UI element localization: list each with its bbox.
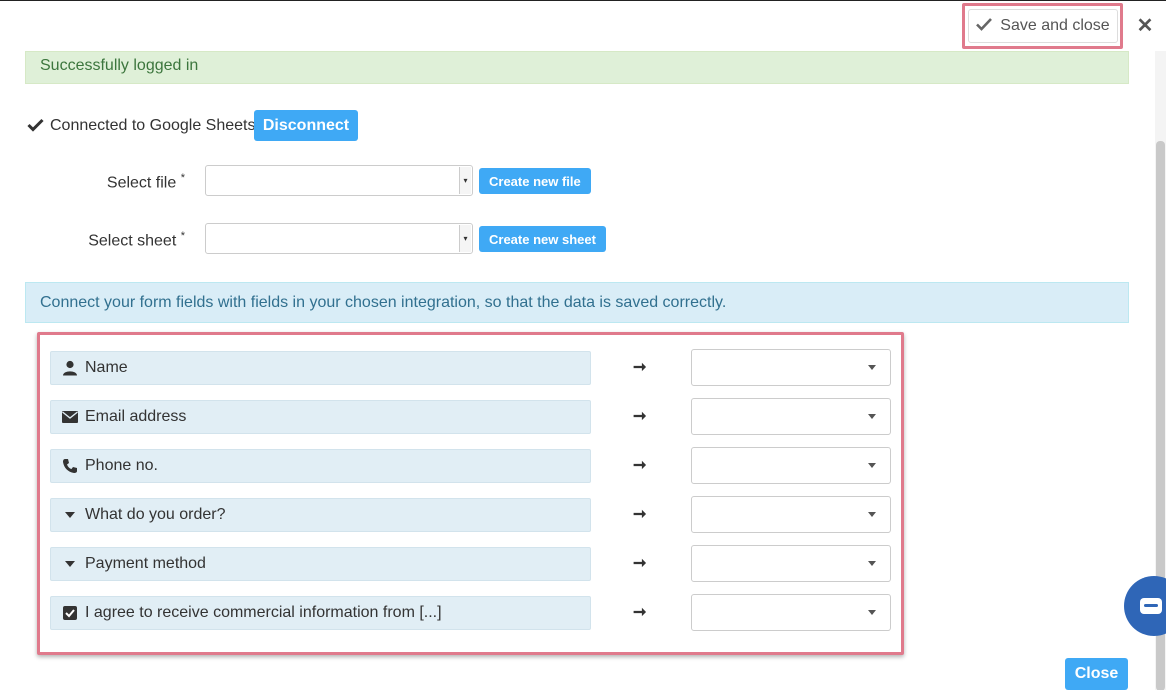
- form-field-label: Name: [85, 359, 128, 376]
- modal-topbar: Save and close ✕: [0, 1, 1166, 51]
- check-icon: [976, 17, 993, 36]
- form-field-chip: Phone no.: [50, 449, 591, 483]
- arrow-right-icon: ➞: [633, 457, 647, 474]
- form-field-label: I agree to receive commercial informatio…: [85, 604, 442, 621]
- caret-down-icon: [868, 365, 876, 370]
- mapping-row: What do you order? ➞: [50, 496, 891, 534]
- caret-down-icon: [61, 560, 79, 568]
- integration-field-select[interactable]: [691, 496, 891, 533]
- mapping-row: I agree to receive commercial informatio…: [50, 594, 891, 632]
- envelope-icon: [61, 411, 79, 423]
- create-new-sheet-button[interactable]: Create new sheet: [479, 226, 606, 252]
- chat-icon: [1140, 598, 1162, 614]
- caret-down-icon: [868, 561, 876, 566]
- info-alert: Connect your form fields with fields in …: [25, 282, 1129, 323]
- connected-label: Connected to Google Sheets: [50, 117, 256, 134]
- arrow-right-icon: ➞: [633, 408, 647, 425]
- caret-down-icon: [868, 414, 876, 419]
- phone-icon: [61, 458, 79, 474]
- arrow-right-icon: ➞: [633, 359, 647, 376]
- arrow-right-icon: ➞: [633, 555, 647, 572]
- dropdown-arrow-icon: ▾: [459, 167, 471, 194]
- save-and-close-button[interactable]: Save and close: [968, 9, 1118, 43]
- close-icon[interactable]: ✕: [1135, 14, 1155, 38]
- success-alert: Successfully logged in: [25, 51, 1129, 84]
- select-sheet-dropdown[interactable]: ▾: [205, 223, 473, 254]
- form-field-label: Email address: [85, 408, 187, 425]
- select-file-label: Select file *: [106, 172, 185, 192]
- form-field-chip: Email address: [50, 400, 591, 434]
- select-file-dropdown[interactable]: ▾: [205, 165, 473, 196]
- integration-modal: Save and close ✕ Successfully logged in …: [0, 0, 1166, 690]
- select-sheet-label: Select sheet *: [88, 230, 185, 250]
- disconnect-button[interactable]: Disconnect: [254, 110, 358, 141]
- form-field-chip: I agree to receive commercial informatio…: [50, 596, 591, 630]
- checkbox-icon: [61, 606, 79, 620]
- integration-field-select[interactable]: [691, 447, 891, 484]
- integration-field-select[interactable]: [691, 594, 891, 631]
- save-and-close-label: Save and close: [1000, 17, 1110, 34]
- check-icon: [27, 116, 44, 137]
- mapping-row: Name ➞: [50, 349, 891, 387]
- form-field-label: Payment method: [85, 555, 206, 572]
- connection-status: Connected to Google Sheets: [27, 111, 255, 141]
- integration-field-select[interactable]: [691, 349, 891, 386]
- form-field-label: Phone no.: [85, 457, 158, 474]
- form-field-chip: Payment method: [50, 547, 591, 581]
- caret-down-icon: [868, 610, 876, 615]
- dropdown-arrow-icon: ▾: [459, 225, 471, 252]
- form-field-chip: Name: [50, 351, 591, 385]
- modal-content: Successfully logged in Connected to Goog…: [0, 51, 1166, 690]
- integration-field-select[interactable]: [691, 398, 891, 435]
- caret-down-icon: [868, 463, 876, 468]
- arrow-right-icon: ➞: [633, 604, 647, 621]
- mapping-row: Payment method ➞: [50, 545, 891, 583]
- form-field-label: What do you order?: [85, 506, 226, 523]
- caret-down-icon: [61, 511, 79, 519]
- user-icon: [61, 360, 79, 376]
- mapping-row: Email address ➞: [50, 398, 891, 436]
- close-button[interactable]: Close: [1065, 658, 1128, 690]
- create-new-file-button[interactable]: Create new file: [479, 168, 591, 194]
- mapping-row: Phone no. ➞: [50, 447, 891, 485]
- form-field-chip: What do you order?: [50, 498, 591, 532]
- arrow-right-icon: ➞: [633, 506, 647, 523]
- caret-down-icon: [868, 512, 876, 517]
- integration-field-select[interactable]: [691, 545, 891, 582]
